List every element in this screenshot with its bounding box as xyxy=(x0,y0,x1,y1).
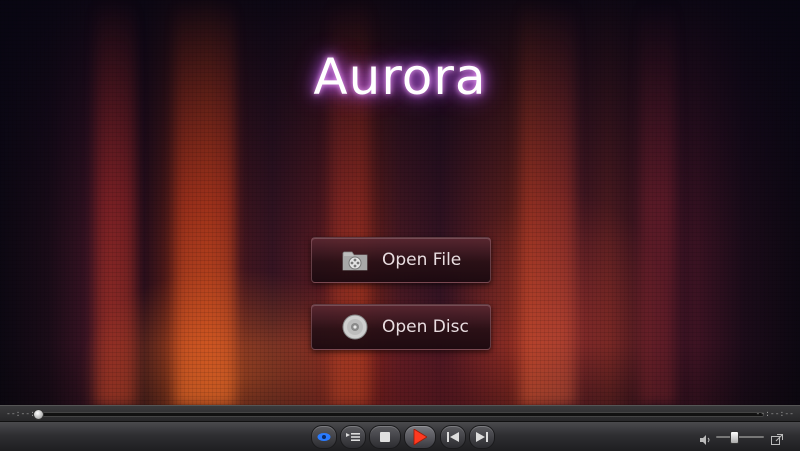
previous-button[interactable] xyxy=(440,425,466,449)
video-area[interactable]: Aurora Open File Open Disc xyxy=(0,0,800,405)
open-disc-button[interactable]: Open Disc xyxy=(311,304,491,350)
play-button[interactable] xyxy=(404,425,436,449)
popout-icon[interactable] xyxy=(771,431,783,445)
volume-handle[interactable] xyxy=(729,431,739,444)
folder-film-icon xyxy=(341,246,369,274)
eye-button[interactable] xyxy=(311,425,337,449)
stop-button[interactable] xyxy=(369,425,401,449)
playlist-button[interactable] xyxy=(340,425,366,449)
control-bar xyxy=(0,421,800,451)
seek-handle[interactable] xyxy=(33,409,44,420)
next-icon xyxy=(476,432,488,442)
disc-icon xyxy=(341,313,369,341)
seek-track[interactable] xyxy=(36,412,764,417)
total-time: --:--:-- xyxy=(755,409,794,418)
eye-icon xyxy=(317,433,331,441)
open-file-label: Open File xyxy=(382,250,462,270)
stop-icon xyxy=(380,432,390,442)
app-logo: Aurora xyxy=(313,48,487,106)
seek-bar: --:--:-- --:--:-- xyxy=(0,405,800,422)
open-disc-label: Open Disc xyxy=(382,317,469,337)
playlist-icon xyxy=(346,433,360,441)
previous-icon xyxy=(447,432,459,442)
volume-icon[interactable] xyxy=(700,431,712,445)
volume-slider[interactable] xyxy=(716,436,764,438)
next-button[interactable] xyxy=(469,425,495,449)
play-icon xyxy=(413,429,427,445)
player-window: Aurora Open File Open Disc --:--:-- --:-… xyxy=(0,0,800,451)
open-file-button[interactable]: Open File xyxy=(311,237,491,283)
